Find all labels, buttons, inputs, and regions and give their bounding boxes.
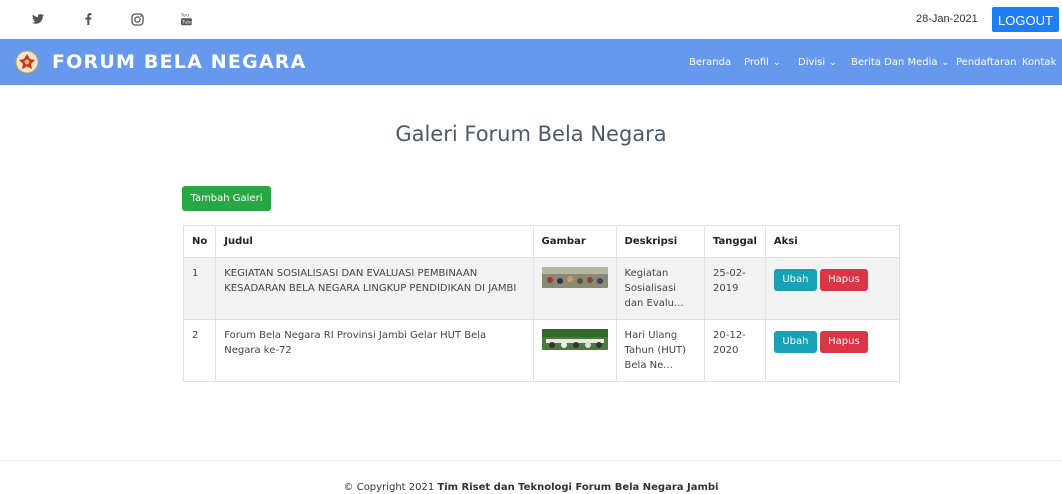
main-navbar: FORUM BELA NEGARA Beranda Profil ⌄ Divisi… — [0, 39, 1062, 85]
nav-beranda[interactable]: Beranda — [689, 57, 731, 68]
nav-profil-label: Profil — [744, 57, 769, 68]
nav-pendaftaran-label: Pendaftaran — [956, 57, 1017, 68]
page-title: Galeri Forum Bela Negara — [395, 122, 667, 146]
nav-pendaftaran[interactable]: Pendaftaran — [956, 57, 1017, 68]
cell-aksi: Ubah Hapus — [764, 257, 901, 320]
header-deskripsi: Deskripsi — [615, 225, 706, 258]
nav-berita-dan-media[interactable]: Berita Dan Media ⌄ — [851, 57, 949, 68]
cell-gambar — [532, 319, 617, 382]
cell-aksi: Ubah Hapus — [764, 319, 901, 382]
chevron-down-icon: ⌄ — [941, 58, 950, 68]
add-gallery-button[interactable]: Tambah Galeri — [182, 186, 271, 211]
table-row: 1 KEGIATAN SOSIALISASI DAN EVALUASI PEMB… — [182, 257, 901, 320]
footer-divider — [0, 460, 1062, 461]
svg-text:You: You — [181, 13, 189, 19]
cell-no: 2 — [182, 319, 217, 382]
logout-button[interactable]: LOGOUT — [992, 7, 1059, 32]
cell-deskripsi: Hari Ulang Tahun (HUT) Bela Ne... — [615, 319, 706, 382]
table-header-row: No Judul Gambar Deskripsi Tanggal Aksi — [182, 225, 901, 258]
cell-deskripsi: Kegiatan Sosialisasi dan Evalu... — [615, 257, 706, 320]
brand-logo-icon[interactable] — [15, 50, 39, 74]
delete-button[interactable]: Hapus — [819, 331, 868, 353]
gallery-thumbnail[interactable] — [541, 267, 608, 288]
nav-berita-label: Berita Dan Media — [851, 57, 938, 68]
cell-judul: Forum Bela Negara RI Provinsi Jambi Gela… — [215, 319, 534, 382]
facebook-icon[interactable] — [78, 9, 98, 29]
header-no: No — [182, 225, 217, 258]
brand-title[interactable]: FORUM BELA NEGARA — [52, 51, 307, 73]
footer-team-name: Tim Riset dan Teknologi Forum Bela Negar… — [437, 482, 719, 493]
nav-beranda-label: Beranda — [689, 57, 732, 68]
twitter-icon[interactable] — [28, 9, 48, 29]
cell-tanggal: 25-02-2019 — [704, 257, 766, 320]
chevron-down-icon: ⌄ — [829, 58, 837, 68]
nav-divisi[interactable]: Divisi ⌄ — [798, 57, 837, 68]
nav-kontak-label: Kontak — [1022, 57, 1057, 68]
current-date: 28-Jan-2021 — [916, 13, 978, 25]
edit-button[interactable]: Ubah — [773, 331, 817, 353]
footer-copyright: © Copyright 2021 Tim Riset dan Teknologi… — [0, 482, 1062, 493]
youtube-icon[interactable]: YouTube — [176, 9, 196, 29]
header-tanggal: Tanggal — [704, 225, 766, 258]
chevron-down-icon: ⌄ — [772, 58, 781, 68]
table-row: 2 Forum Bela Negara RI Provinsi Jambi Ge… — [182, 319, 901, 382]
instagram-icon[interactable] — [127, 9, 147, 29]
cell-no: 1 — [182, 257, 217, 320]
nav-profil[interactable]: Profil ⌄ — [744, 57, 781, 68]
cell-judul: KEGIATAN SOSIALISASI DAN EVALUASI PEMBIN… — [215, 257, 534, 320]
header-aksi: Aksi — [764, 225, 901, 258]
top-bar: YouTube 28-Jan-2021 LOGOUT — [0, 0, 1062, 39]
delete-button[interactable]: Hapus — [819, 269, 868, 291]
header-gambar: Gambar — [532, 225, 617, 258]
edit-button[interactable]: Ubah — [773, 269, 817, 291]
cell-gambar — [532, 257, 617, 320]
nav-kontak[interactable]: Kontak — [1022, 57, 1056, 68]
nav-divisi-label: Divisi — [798, 57, 826, 68]
svg-text:Tube: Tube — [181, 20, 192, 26]
footer-prefix: © Copyright 2021 — [343, 482, 438, 493]
cell-tanggal: 20-12-2020 — [704, 319, 766, 382]
gallery-thumbnail[interactable] — [541, 329, 608, 350]
gallery-table: No Judul Gambar Deskripsi Tanggal Aksi 1… — [182, 225, 901, 382]
header-judul: Judul — [215, 225, 534, 258]
